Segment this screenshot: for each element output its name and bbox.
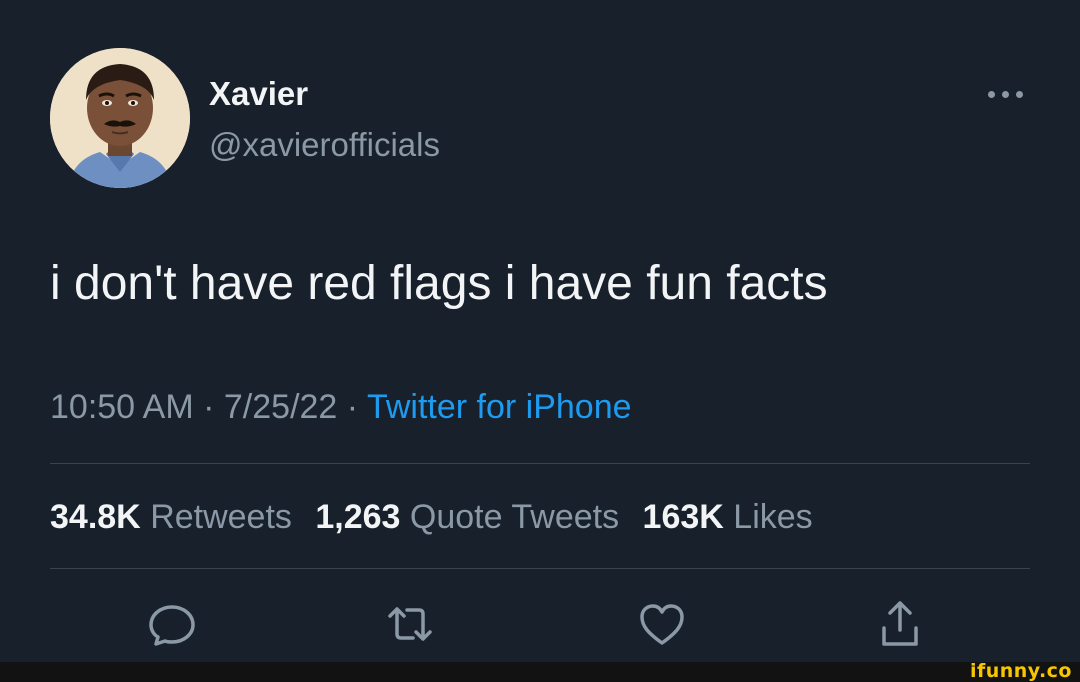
more-options-button[interactable]: [984, 86, 1028, 102]
divider: [50, 463, 1030, 464]
tweet-stats: 34.8K Retweets 1,263 Quote Tweets 163K L…: [50, 496, 827, 538]
retweet-button[interactable]: [382, 596, 438, 652]
more-dot-icon: [1002, 91, 1009, 98]
avatar[interactable]: [50, 48, 190, 188]
retweets-count: 34.8K: [50, 498, 141, 536]
quote-tweets-count: 1,263: [315, 498, 401, 536]
meta-separator: ·: [203, 388, 215, 426]
tweet-source-link[interactable]: Twitter for iPhone: [367, 388, 632, 426]
reply-button[interactable]: [144, 596, 200, 652]
like-icon: [640, 604, 684, 645]
author-handle[interactable]: @xavierofficials: [209, 125, 440, 165]
tweet-date[interactable]: 7/25/22: [224, 388, 337, 426]
tweet-text: i don't have red flags i have fun facts: [50, 257, 828, 310]
quote-tweets-stat[interactable]: 1,263 Quote Tweets: [315, 498, 619, 536]
retweets-label: Retweets: [150, 498, 292, 536]
quote-tweets-label: Quote Tweets: [409, 498, 620, 536]
meta-separator: ·: [346, 388, 359, 426]
reply-icon: [149, 605, 195, 646]
share-icon: [882, 601, 918, 646]
tweet-time[interactable]: 10:50 AM: [50, 388, 194, 426]
more-dot-icon: [988, 91, 995, 98]
avatar-photo: [50, 48, 190, 188]
ifunny-watermark[interactable]: ifunny.co: [970, 660, 1072, 682]
likes-count: 163K: [642, 498, 724, 536]
tweet-card: Xavier @xavierofficials i don't have red…: [0, 0, 1080, 662]
more-dot-icon: [1016, 91, 1023, 98]
footer-bar: [0, 662, 1080, 682]
likes-label: Likes: [733, 498, 813, 536]
like-button[interactable]: [634, 596, 690, 652]
divider: [50, 568, 1030, 569]
likes-stat[interactable]: 163K Likes: [643, 498, 813, 536]
share-button[interactable]: [872, 596, 928, 652]
tweet-meta: 10:50 AM · 7/25/22 · Twitter for iPhone: [50, 386, 632, 428]
author-display-name[interactable]: Xavier: [209, 74, 308, 114]
retweet-icon: [388, 607, 432, 641]
retweets-stat[interactable]: 34.8K Retweets: [50, 498, 292, 536]
